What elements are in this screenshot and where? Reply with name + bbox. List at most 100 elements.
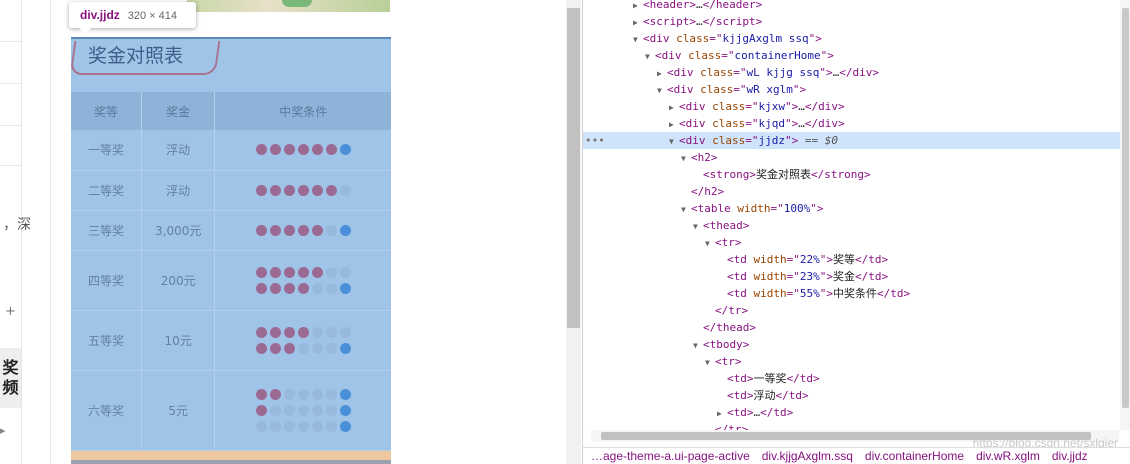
node-markup: <script>…</script> [643,15,763,28]
dom-node[interactable]: ▼ <tbody> [583,336,1120,353]
header-cell-prize: 奖金 [141,92,216,130]
dom-node[interactable]: ▼ <tr> [583,353,1120,370]
prize-level: 三等奖 [71,210,142,251]
dom-node[interactable]: ▼ <table width="100%"> [583,200,1120,217]
empty-ball [325,326,337,338]
dom-node[interactable]: ▶ <div class="kjxw">…</div> [583,98,1120,115]
collapse-triangle-icon[interactable]: ▼ [681,150,691,167]
dom-node[interactable]: <td width="23%">奖金</td> [583,268,1120,285]
red-ball [269,282,281,294]
prize-level: 五等奖 [71,310,142,371]
prize-amount: 3,000元 [141,210,216,251]
expand-triangle-icon[interactable]: ▶ [657,65,667,82]
dom-node[interactable]: </h2> [583,183,1120,200]
empty-ball [339,326,351,338]
page-scrollbar[interactable] [566,0,581,464]
breadcrumb-item[interactable]: div.kjjgAxglm.ssq [756,448,859,464]
tooltip-selector: div.jjdz [80,8,120,22]
dom-node[interactable]: <td width="22%">奖等</td> [583,251,1120,268]
expand-triangle-icon[interactable]: ▶ [717,405,727,422]
dom-node[interactable]: ▶ <div class="wL kjjg ssq">…</div> [583,64,1120,81]
empty-ball [339,184,351,196]
red-ball [255,282,267,294]
expand-triangle-icon[interactable]: ▶ [669,99,679,116]
arrow-right-icon[interactable]: ▸ [0,424,6,437]
collapse-triangle-icon[interactable]: ▼ [645,48,655,65]
node-markup: <td width="55%">中奖条件</td> [727,287,911,300]
dom-node[interactable]: </thead> [583,319,1120,336]
red-ball [283,282,295,294]
dom-node[interactable]: ▼ <div class="wR xglm"> [583,81,1120,98]
dom-node[interactable]: <td>浮动</td> [583,387,1120,404]
prize-frequency-tab[interactable]: 奖频 [0,348,21,408]
dom-node[interactable]: ▼ <thead> [583,217,1120,234]
dom-node[interactable]: ▶ <script>…</script> [583,13,1120,30]
red-ball [283,144,295,156]
collapse-triangle-icon[interactable]: ▼ [705,235,715,252]
collapse-triangle-icon[interactable]: ▼ [633,31,643,48]
plus-icon[interactable]: + [5,304,16,319]
dom-node[interactable]: ▶ <div class="kjqd">…</div> [583,115,1120,132]
collapse-triangle-icon[interactable]: ▼ [705,354,715,371]
dom-node[interactable]: ▼ <tr> [583,234,1120,251]
breadcrumb-item[interactable]: div.wR.xglm [970,448,1046,464]
scrollbar-thumb[interactable] [567,8,580,328]
dom-node[interactable]: <td>一等奖</td> [583,370,1120,387]
breadcrumb-item[interactable]: div.jjdz [1046,448,1094,464]
dom-node[interactable]: ▶ <header>…</header> [583,0,1120,13]
red-ball [297,224,309,236]
dom-node[interactable]: </tr> [583,302,1120,319]
expand-triangle-icon[interactable]: ▶ [633,0,643,14]
dom-tree: ▶ <header>…</header> ▶ <script>…</script> ▼ <… [583,0,1120,430]
dom-node-selected[interactable]: ▼ <div class="jjdz"> == $0 ••• [583,132,1120,149]
collapse-triangle-icon[interactable]: ▼ [693,218,703,235]
collapse-triangle-icon[interactable]: ▼ [693,337,703,354]
dom-node[interactable]: </tr> [583,421,1120,430]
dom-node[interactable]: ▼ <div class="kjjgAxglm ssq"> [583,30,1120,47]
collapse-triangle-icon[interactable]: ▼ [669,133,679,150]
devtools-vertical-scrollbar[interactable] [1120,0,1130,430]
dom-node[interactable]: <td width="55%">中奖条件</td> [583,285,1120,302]
dom-node[interactable]: <strong>奖金对照表</strong> [583,166,1120,183]
collapse-triangle-icon[interactable]: ▼ [681,201,691,218]
empty-ball [269,404,281,416]
prize-level: 一等奖 [71,130,142,171]
empty-ball [325,388,337,400]
node-markup: <td>一等奖</td> [727,372,820,385]
dom-node[interactable]: ▼ <h2> [583,149,1120,166]
red-ball [311,184,323,196]
empty-ball [325,282,337,294]
red-ball [269,184,281,196]
node-markup: <div class="containerHome"> [655,49,834,62]
dom-node[interactable]: ▶ <td>…</td> [583,404,1120,421]
red-ball [311,224,323,236]
prize-amount: 浮动 [141,130,216,171]
jjdz-highlight: 奖金对照表 奖等 奖金 中奖条件 一等奖 浮动 二等奖 浮动 三等奖 3,000元 四等奖 2… [71,37,391,464]
empty-ball [325,342,337,354]
expand-triangle-icon[interactable]: ▶ [669,116,679,133]
node-markup: <div class="wL kjjg ssq">…</div> [667,66,879,79]
red-ball [297,144,309,156]
blue-ball [339,388,351,400]
breadcrumb-item[interactable]: div.containerHome [859,448,970,464]
winning-condition [214,310,391,371]
divider [50,0,51,464]
page-viewport: ，深 + 奖频 ▸ 奖金对照表 奖等 奖金 中奖条件 一等奖 浮动 二等奖 浮动 三等奖… [0,0,565,464]
collapse-triangle-icon[interactable]: ▼ [657,82,667,99]
scrollbar-thumb[interactable] [1122,8,1129,408]
sidebar-box [0,126,21,166]
node-markup: <td width="23%">奖金</td> [727,270,889,283]
empty-ball [311,420,323,432]
winning-condition [214,250,391,311]
empty-ball [311,342,323,354]
expand-triangle-icon[interactable]: ▶ [633,14,643,31]
red-ball [269,266,281,278]
prize-table: 奖等 奖金 中奖条件 一等奖 浮动 二等奖 浮动 三等奖 3,000元 四等奖 200元 五等奖… [71,92,391,451]
breadcrumb-item[interactable]: …age-theme-a.ui-page-active [583,448,756,464]
winning-condition [214,170,391,211]
empty-ball [311,404,323,416]
empty-ball [297,388,309,400]
prize-level: 二等奖 [71,170,142,211]
dom-node[interactable]: ▼ <div class="containerHome"> [583,47,1120,64]
more-options-icon[interactable]: ••• [585,132,605,149]
